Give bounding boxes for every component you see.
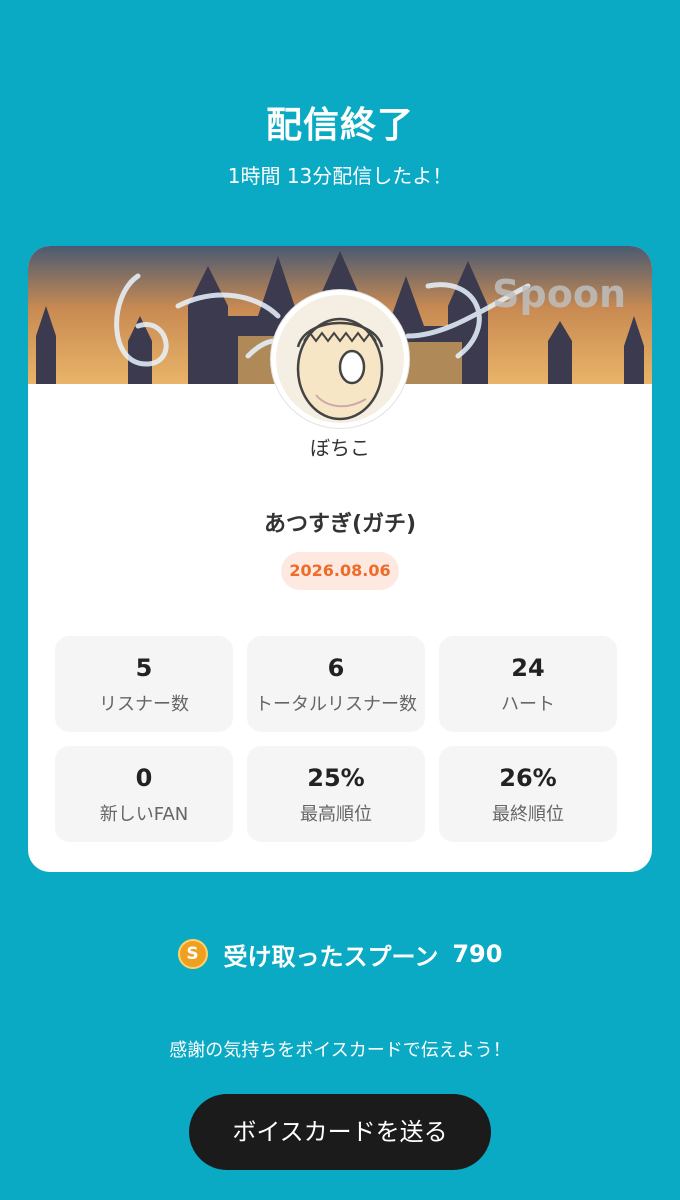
stat-label: トータルリスナー数 (255, 694, 417, 715)
spoon-coin-icon: S (177, 939, 208, 969)
stat-best-rank: 25% 最高順位 (247, 746, 425, 842)
stat-value: 24 (511, 654, 545, 682)
stat-final-rank: 26% 最終順位 (439, 746, 617, 842)
stat-label: ハート (501, 694, 555, 715)
spoon-watermark: Spoon (492, 272, 626, 316)
stat-label: リスナー数 (99, 694, 189, 715)
stat-value: 25% (307, 764, 365, 792)
stat-value: 26% (499, 764, 557, 792)
stat-listeners: 5 リスナー数 (55, 636, 233, 732)
send-voice-card-button[interactable]: ボイスカードを送る (189, 1094, 491, 1170)
stat-label: 新しいFAN (99, 804, 189, 825)
broadcast-summary-card: Spoon ぼちこ あつすぎ(ガチ) 2026.08.06 5 リスナー数 6 … (28, 246, 652, 872)
avatar[interactable] (271, 290, 409, 428)
broadcast-duration: 1時間 13分配信したよ！ (227, 164, 453, 188)
dumpling-avatar-icon (276, 295, 404, 423)
stat-value: 5 (135, 654, 153, 682)
stat-label: 最高順位 (300, 804, 372, 825)
stat-hearts: 24 ハート (439, 636, 617, 732)
received-spoons: S 受け取ったスプーン 790 (0, 934, 680, 974)
stat-total-listeners: 6 トータルリスナー数 (247, 636, 425, 732)
received-spoons-label: 受け取ったスプーン (223, 942, 439, 971)
stat-new-fans: 0 新しいFAN (55, 746, 233, 842)
received-spoons-count: 790 (452, 940, 503, 968)
page-title: 配信終了 (265, 105, 414, 146)
stat-label: 最終順位 (492, 804, 564, 825)
voice-card-prompt: 感謝の気持ちをボイスカードで伝えよう！ (169, 1040, 511, 1061)
username: ぼちこ (310, 436, 370, 460)
stat-value: 0 (135, 764, 153, 792)
date-badge: 2026.08.06 (281, 552, 399, 590)
stat-value: 6 (327, 654, 345, 682)
stats-grid: 5 リスナー数 6 トータルリスナー数 24 ハート 0 新しいFAN 25% … (55, 636, 619, 842)
live-title: あつすぎ(ガチ) (263, 512, 417, 537)
